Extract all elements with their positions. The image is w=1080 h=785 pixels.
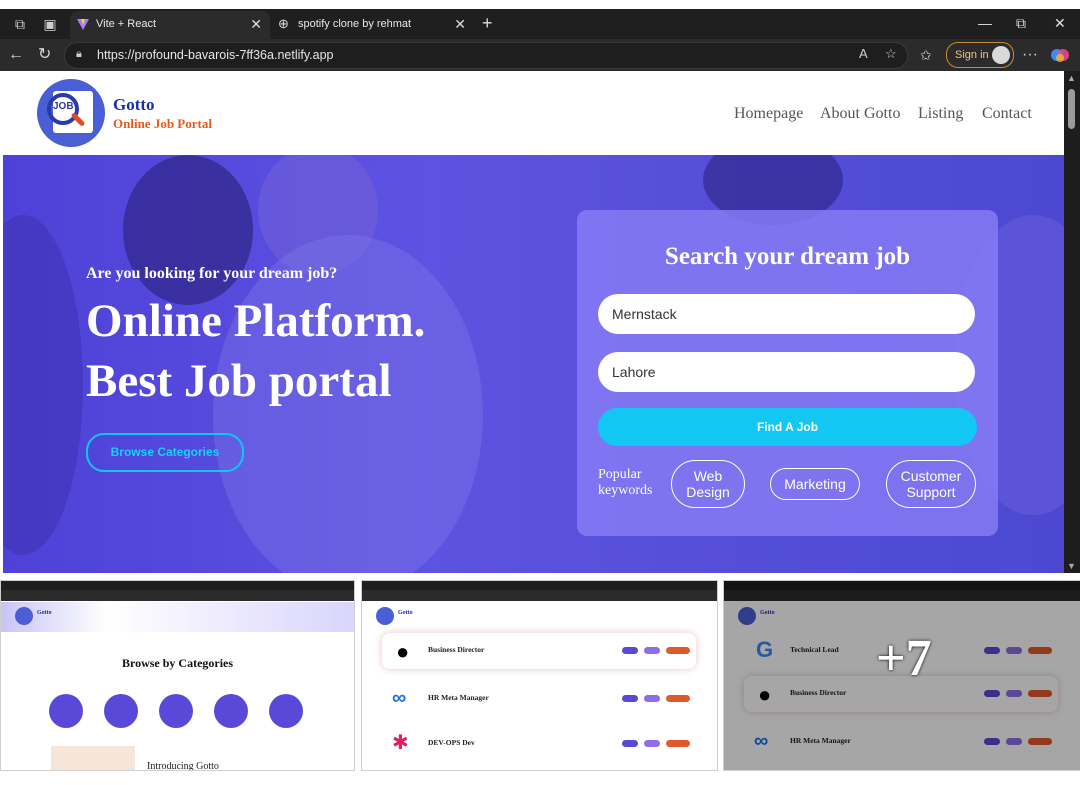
sign-in-label: Sign in	[955, 49, 989, 61]
tab-vite-react[interactable]: Vite + React ✕	[70, 11, 270, 39]
job-tag	[622, 695, 638, 702]
logo-icon[interactable]: JOB	[37, 79, 105, 147]
thumb-browser-bar	[1, 581, 354, 601]
brand-name[interactable]: Gotto	[113, 95, 155, 115]
new-tab-icon[interactable]: +	[482, 13, 493, 33]
thumb-address-bar	[362, 590, 717, 601]
thumbnail-categories[interactable]: Gotto Browse by Categories Introducing G…	[0, 580, 355, 771]
apply-now-button[interactable]	[666, 647, 690, 654]
thumbnail-more-jobs[interactable]: Gotto G Technical Lead ● Business Direct…	[723, 580, 1080, 771]
tab-spotify-clone[interactable]: ⊕ spotify clone by rehmat ✕	[272, 11, 474, 39]
keyword-web-design[interactable]: Web Design	[671, 460, 745, 508]
page-viewport: JOB Gotto Online Job Portal Homepage Abo…	[3, 71, 1064, 573]
thumb-intro-title: Introducing Gotto	[147, 761, 219, 771]
browser-tab-bar: ⧉ ▣ Vite + React ✕ ⊕ spotify clone by re…	[0, 9, 1080, 39]
thumb-header	[1, 602, 354, 632]
meta-icon: ∞	[392, 687, 407, 709]
address-bar[interactable]: 🔒︎ https://profound-bavarois-7ff36a.netl…	[64, 42, 908, 69]
category-icon	[269, 694, 303, 728]
scrollbar-thumb[interactable]	[1068, 89, 1075, 129]
logo-text: JOB	[53, 101, 74, 112]
nav-listing[interactable]: Listing	[918, 105, 963, 123]
minimize-icon[interactable]: —	[978, 13, 992, 33]
favorite-star-icon[interactable]: ☆	[885, 46, 897, 62]
job-row: ● Business Director	[382, 633, 696, 669]
search-card: Search your dream job Find A Job Popular…	[577, 210, 998, 536]
hero-section: Are you looking for your dream job? Onli…	[3, 155, 1064, 573]
sign-in-button[interactable]: Sign in	[946, 42, 1014, 68]
nav-about[interactable]: About Gotto	[820, 105, 900, 123]
job-tag	[622, 740, 638, 747]
job-tag	[622, 647, 638, 654]
apply-now-button[interactable]	[666, 695, 690, 702]
job-title: HR Meta Manager	[428, 693, 489, 702]
hero-question: Are you looking for your dream job?	[86, 265, 338, 282]
tab-actions-icon[interactable]: ▣	[40, 14, 60, 34]
job-row: ∞ HR Meta Manager	[382, 681, 696, 717]
job-tag	[644, 695, 660, 702]
popular-keywords-label: Popular keywords	[598, 467, 653, 498]
thumbnail-job-listing[interactable]: Gotto ● Business Director ∞ HR Meta Mana…	[361, 580, 718, 771]
job-row: ✱ DEV-OPS Dev	[382, 726, 696, 762]
scroll-down-icon[interactable]: ▼	[1067, 561, 1076, 571]
thumb-logo-icon	[15, 607, 33, 625]
close-tab-icon[interactable]: ✕	[454, 11, 466, 37]
browse-categories-button[interactable]: Browse Categories	[86, 433, 244, 472]
category-icon	[49, 694, 83, 728]
page-scrollbar[interactable]: ▲ ▼	[1064, 71, 1080, 573]
hero-headline-line2: Best Job portal	[86, 355, 392, 407]
slack-icon: ✱	[392, 732, 409, 754]
apply-now-button[interactable]	[666, 740, 690, 747]
search-title: Search your dream job	[664, 243, 911, 270]
back-icon[interactable]: ←	[8, 45, 24, 65]
thumb-address-bar	[1, 590, 354, 601]
read-aloud-icon[interactable]: A	[859, 46, 868, 61]
copilot-icon[interactable]	[1050, 45, 1070, 65]
keyword-customer-support[interactable]: Customer Support	[886, 460, 976, 508]
tab-label: Vite + React	[96, 18, 157, 30]
avatar-icon	[992, 46, 1010, 64]
job-tag	[644, 740, 660, 747]
job-tag	[644, 647, 660, 654]
job-title: DEV-OPS Dev	[428, 738, 475, 747]
vite-icon	[77, 19, 89, 30]
lock-icon[interactable]: 🔒︎	[76, 48, 82, 61]
nav-homepage[interactable]: Homepage	[734, 105, 803, 123]
workspaces-icon[interactable]: ⧉	[10, 14, 30, 34]
thumb-intro-image	[51, 746, 135, 770]
more-images-count[interactable]: +7	[876, 629, 932, 688]
thumb-brand: Gotto	[37, 610, 52, 616]
find-job-button[interactable]: Find A Job	[598, 408, 977, 446]
nav-contact[interactable]: Contact	[982, 105, 1032, 123]
thumb-logo-icon	[376, 607, 394, 625]
category-icon	[159, 694, 193, 728]
job-title: Business Director	[428, 645, 485, 654]
url-text[interactable]: https://profound-bavarois-7ff36a.netlify…	[97, 48, 334, 62]
apple-icon: ●	[396, 639, 410, 664]
close-tab-icon[interactable]: ✕	[250, 11, 262, 37]
thumb-brand: Gotto	[398, 610, 413, 616]
hero-headline-line1: Online Platform.	[86, 295, 426, 347]
more-menu-icon[interactable]: ···	[1022, 45, 1038, 65]
globe-icon: ⊕	[278, 16, 289, 31]
close-window-icon[interactable]: ✕	[1054, 13, 1066, 33]
keyword-marketing[interactable]: Marketing	[770, 468, 860, 500]
category-icon	[104, 694, 138, 728]
scroll-up-icon[interactable]: ▲	[1067, 73, 1076, 83]
favorites-icon[interactable]: ✩	[920, 45, 932, 65]
location-input[interactable]	[598, 352, 975, 392]
restore-icon[interactable]: ⧉	[1016, 13, 1026, 33]
thumb-heading: Browse by Categories	[121, 656, 234, 670]
address-bar-row: ← ↻ 🔒︎ https://profound-bavarois-7ff36a.…	[0, 39, 1080, 71]
hero-headline: Online Platform. Best Job portal	[86, 291, 425, 411]
keyword-input[interactable]	[598, 294, 975, 334]
refresh-icon[interactable]: ↻	[38, 45, 51, 65]
brand-subtitle: Online Job Portal	[113, 116, 212, 131]
site-header: JOB Gotto Online Job Portal Homepage Abo…	[3, 71, 1064, 155]
tab-label: spotify clone by rehmat	[298, 18, 412, 30]
category-icon	[214, 694, 248, 728]
thumb-browser-bar	[362, 581, 717, 601]
